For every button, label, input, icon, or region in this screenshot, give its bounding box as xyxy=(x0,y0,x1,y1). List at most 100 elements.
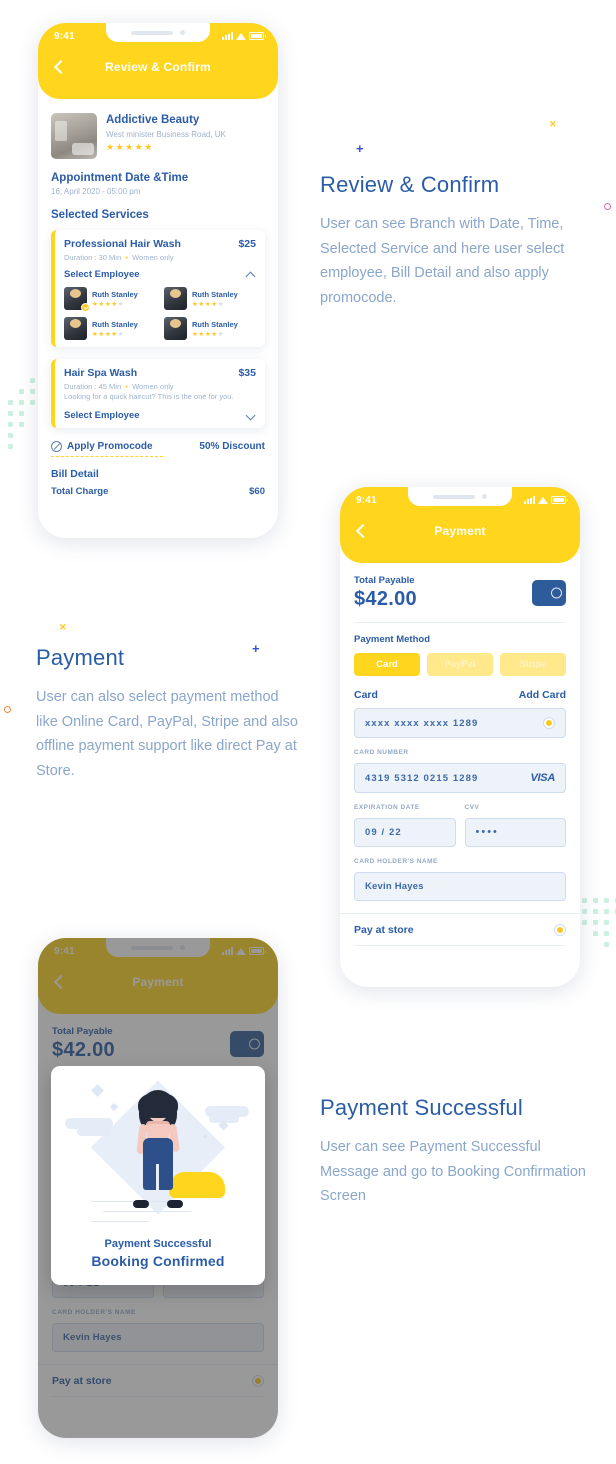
employee-option[interactable]: Ruth Stanley ★★★★★ xyxy=(164,287,256,310)
shoe-right xyxy=(167,1200,183,1208)
salon-thumbnail xyxy=(51,113,97,159)
select-employee-toggle[interactable]: Select Employee xyxy=(64,269,256,280)
dot-pattern-left xyxy=(8,378,35,449)
pay-at-store-radio[interactable] xyxy=(554,924,566,936)
description-payment-successful: Payment Successful User can see Payment … xyxy=(320,1095,588,1209)
speaker-grille xyxy=(433,494,475,499)
status-bar: 9:41 xyxy=(38,23,278,49)
employee-name: Ruth Stanley xyxy=(192,289,238,299)
card-section-header: Card Add Card xyxy=(354,689,566,701)
speaker-grille xyxy=(131,30,173,35)
chevron-down-icon[interactable] xyxy=(247,411,256,420)
employee-name: Ruth Stanley xyxy=(192,319,238,329)
service-audience: Women only xyxy=(132,253,174,262)
bill-detail-title: Bill Detail xyxy=(51,467,99,480)
phone-payment-successful: 9:41 Payment Total Payable xyxy=(38,938,278,1438)
nav-bar: Payment xyxy=(340,513,580,549)
success-illustration xyxy=(63,1078,253,1234)
add-card-button[interactable]: Add Card xyxy=(519,689,566,701)
promocode-label: Apply Promocode xyxy=(67,440,153,452)
employee-rating: ★★★★★ xyxy=(192,300,225,308)
total-payable-amount: $42.00 xyxy=(354,588,417,610)
method-tab-card[interactable]: Card xyxy=(354,653,420,676)
check-icon xyxy=(81,303,90,312)
x-mark-yellow-mid: ✕ xyxy=(59,622,67,632)
ground-line xyxy=(103,1210,191,1212)
wifi-icon xyxy=(538,496,548,504)
status-bar: 9:41 xyxy=(340,487,580,513)
employee-name: Ruth Stanley xyxy=(92,289,138,299)
salon-name: Addictive Beauty xyxy=(106,114,200,126)
employee-name: Ruth Stanley xyxy=(92,319,138,329)
nav-title: Payment xyxy=(434,524,486,538)
payment-method-tabs: Card PayPal Stripe xyxy=(354,653,566,676)
wifi-icon xyxy=(236,32,246,40)
status-icons xyxy=(524,496,568,504)
select-employee-label: Select Employee xyxy=(64,269,140,280)
battery-icon xyxy=(249,32,266,40)
salon-summary: Addictive Beauty West minister Business … xyxy=(51,113,265,159)
select-employee-toggle[interactable]: Select Employee xyxy=(64,410,256,421)
total-payable-label: Total Payable xyxy=(354,575,415,586)
service-price: $35 xyxy=(238,367,256,379)
ground-line xyxy=(91,1220,149,1222)
description-heading: Review & Confirm xyxy=(320,172,500,197)
nav-title: Review & Confirm xyxy=(105,60,211,74)
expiration-value: 09 / 22 xyxy=(365,827,402,838)
apply-promocode-button[interactable]: Apply Promocode xyxy=(51,440,153,452)
service-header: Professional Hair Wash $25 xyxy=(64,238,256,250)
employee-option[interactable]: Ruth Stanley ★★★★★ xyxy=(164,317,256,340)
person-illustration xyxy=(127,1090,189,1208)
method-tab-paypal[interactable]: PayPal xyxy=(427,653,493,676)
signal-icon xyxy=(222,32,233,40)
status-icons xyxy=(222,32,266,40)
card-number-field[interactable]: 4319 5312 0215 1289 VISA xyxy=(354,763,566,793)
discount-label: 50% Discount xyxy=(199,440,265,452)
circle-mark-orange xyxy=(4,706,11,713)
saved-card-value: xxxx xxxx xxxx 1289 xyxy=(365,717,479,729)
screen-body: Addictive Beauty West minister Business … xyxy=(38,99,278,497)
service-description: Looking for a quick haircut? This is the… xyxy=(64,392,234,401)
shoe-left xyxy=(133,1200,149,1208)
diamond-accent xyxy=(109,1102,119,1112)
card-section-label: Card xyxy=(354,689,378,701)
employee-option[interactable]: Ruth Stanley ★★★★★ xyxy=(64,317,156,340)
description-review-confirm: Review & Confirm User can see Branch wit… xyxy=(320,172,588,311)
employee-option[interactable]: Ruth Stanley ★★★★★ xyxy=(64,287,156,312)
nav-bar: Review & Confirm xyxy=(38,49,278,85)
pay-at-store-row[interactable]: Pay at store xyxy=(340,914,580,936)
crop-top xyxy=(146,1121,170,1132)
service-name: Professional Hair Wash xyxy=(64,238,181,250)
avatar xyxy=(64,317,87,340)
card-holder-value: Kevin Hayes xyxy=(365,881,424,892)
saved-card-row[interactable]: xxxx xxxx xxxx 1289 xyxy=(354,708,566,738)
payment-success-modal: Payment Successful Booking Confirmed xyxy=(51,1066,265,1285)
phone-review-confirm: 9:41 Review & Confirm Addictive Beauty W… xyxy=(38,23,278,538)
expiry-cvv-row: EXPIRATION DATE 09 / 22 CVV •••• xyxy=(354,793,566,847)
salon-address: West minister Business Road, UK xyxy=(106,129,226,139)
signal-icon xyxy=(524,496,535,504)
service-card[interactable]: Professional Hair Wash $25 Duration : 30… xyxy=(51,230,265,347)
service-duration: Duration : 45 Min xyxy=(64,382,122,391)
saved-card-radio[interactable] xyxy=(543,717,555,729)
description-payment: Payment User can also select payment met… xyxy=(36,645,304,784)
wallet-icon[interactable] xyxy=(532,580,566,606)
method-tab-stripe[interactable]: Stripe xyxy=(500,653,566,676)
cvv-field[interactable]: •••• xyxy=(464,818,566,847)
dot-pattern-right xyxy=(582,898,616,947)
total-payable-row: Total Payable $42.00 xyxy=(354,575,566,611)
promocode-underline xyxy=(51,455,163,457)
notch xyxy=(408,487,512,506)
expiration-field[interactable]: 09 / 22 xyxy=(354,818,456,847)
cvv-label: CVV xyxy=(464,804,480,811)
card-number-value: 4319 5312 0215 1289 xyxy=(365,772,479,784)
pay-at-store-label: Pay at store xyxy=(354,924,414,936)
bill-row-label: Total Charge xyxy=(51,485,109,497)
card-holder-field[interactable]: Kevin Hayes xyxy=(354,872,566,901)
description-heading: Payment Successful xyxy=(320,1095,523,1120)
service-header: Hair Spa Wash $35 xyxy=(64,367,256,379)
chevron-up-icon[interactable] xyxy=(247,270,256,279)
service-card[interactable]: Hair Spa Wash $35 Duration : 45 Min • Wo… xyxy=(51,359,265,428)
bill-row: Total Charge $60 xyxy=(51,486,265,497)
employee-grid: Ruth Stanley ★★★★★ Ruth Stanley ★★★★★ Ru… xyxy=(64,287,256,340)
